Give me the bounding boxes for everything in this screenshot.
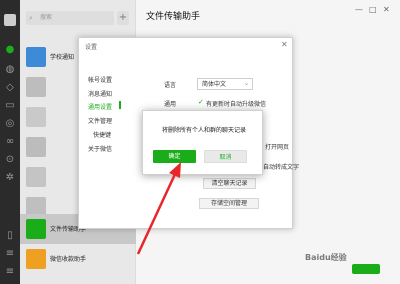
annotation-arrow — [136, 162, 181, 255]
arrow-shaft — [136, 171, 178, 255]
watermark-badge — [352, 264, 380, 274]
arrow-head — [169, 162, 181, 178]
watermark: Baidu经验 — [305, 253, 347, 262]
